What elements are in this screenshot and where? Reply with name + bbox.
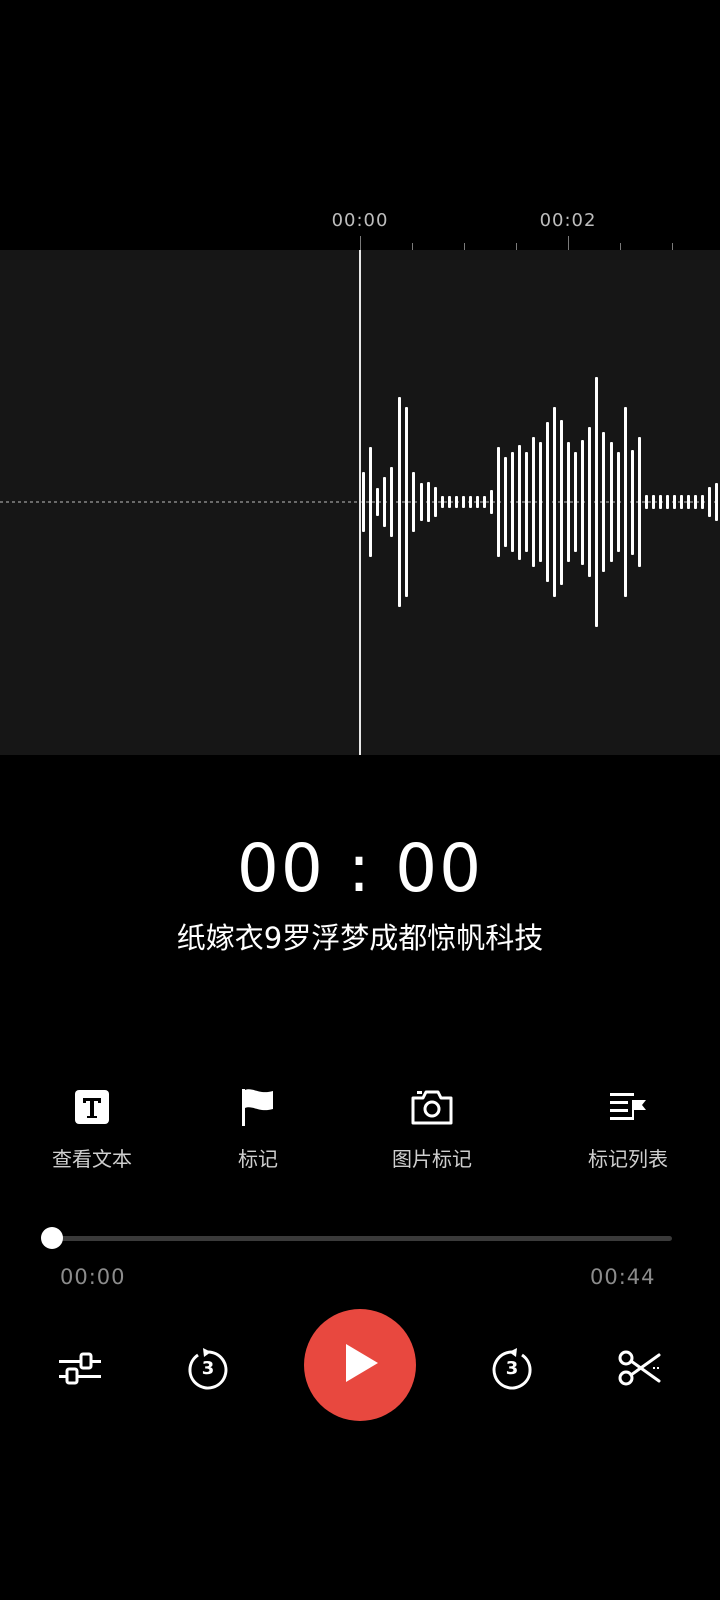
trim-button[interactable] — [610, 1340, 670, 1400]
waveform-bar — [560, 419, 563, 585]
playhead[interactable] — [359, 250, 361, 755]
waveform-bar — [673, 495, 676, 509]
timeline-label-0: 00:00 — [331, 210, 389, 231]
waveform-bar — [631, 449, 634, 555]
waveform-bar — [398, 397, 401, 607]
settings-button[interactable] — [50, 1340, 110, 1400]
waveform-bar — [567, 442, 570, 562]
waveform-bar — [455, 496, 458, 508]
waveform-bar — [645, 495, 648, 509]
waveform-bar — [476, 496, 479, 508]
waveform-bar — [666, 495, 669, 509]
settings-sliders-icon — [57, 1348, 103, 1392]
waveform-bar — [441, 496, 444, 508]
forward-3s-button[interactable]: 3 — [482, 1340, 542, 1400]
waveform-bar — [362, 472, 365, 532]
mark-list-icon — [606, 1085, 650, 1129]
waveform-bar — [652, 495, 655, 509]
waveform-bar — [490, 490, 493, 514]
image-mark-label: 图片标记 — [392, 1147, 472, 1171]
scissors-icon — [617, 1348, 663, 1392]
mark-button[interactable]: 标记 — [188, 1085, 328, 1172]
rewind-seconds: 3 — [201, 1358, 215, 1379]
tick — [412, 243, 413, 250]
waveform-bar — [638, 437, 641, 567]
mark-list-label: 标记列表 — [588, 1147, 668, 1171]
waveform-bar — [595, 377, 598, 627]
waveform-bar — [504, 457, 507, 547]
duration-time: 00:44 — [590, 1265, 656, 1289]
waveform-bar — [546, 422, 549, 582]
waveform-bar — [376, 488, 379, 516]
tick — [620, 243, 621, 250]
timeline-ruler: 00:00 00:02 — [0, 200, 720, 250]
waveform-bar — [602, 432, 605, 572]
waveform-bar — [383, 477, 386, 527]
waveform-bar — [469, 496, 472, 508]
tick — [672, 243, 673, 250]
waveform-panel[interactable] — [0, 250, 720, 755]
waveform-bar — [617, 452, 620, 552]
waveform-bar — [525, 452, 528, 552]
waveform-bar — [405, 407, 408, 597]
waveform-bar — [715, 483, 718, 521]
waveform-bar — [511, 452, 514, 552]
flag-icon — [236, 1085, 280, 1129]
playback-progress-bar[interactable] — [41, 1227, 672, 1249]
waveform-bar — [687, 495, 690, 509]
waveform-bar — [553, 407, 556, 597]
position-time: 00:00 — [60, 1265, 126, 1289]
waveform-bar — [539, 442, 542, 562]
waveform-bar — [462, 496, 465, 508]
waveform-bar — [483, 496, 486, 508]
waveform-bar — [574, 452, 577, 552]
waveform-bar — [708, 487, 711, 517]
waveform-bar — [390, 467, 393, 537]
current-time-display: 00 : 00 — [236, 830, 484, 907]
rewind-3s-button[interactable]: 3 — [178, 1340, 238, 1400]
tick — [516, 243, 517, 250]
tick — [360, 236, 361, 250]
forward-3s-icon: 3 — [489, 1347, 535, 1393]
waveform-bar — [610, 442, 613, 562]
waveform-bar — [701, 495, 704, 509]
waveform-bar — [581, 439, 584, 565]
waveform-bar — [427, 482, 430, 522]
timeline-label-2: 00:02 — [539, 210, 597, 231]
waveform-bar — [694, 495, 697, 509]
tick — [568, 236, 569, 250]
view-text-label: 查看文本 — [52, 1147, 132, 1171]
forward-seconds: 3 — [505, 1358, 519, 1379]
waveform-bar — [420, 483, 423, 521]
text-icon — [70, 1085, 114, 1129]
tick — [464, 243, 465, 250]
rewind-3s-icon: 3 — [185, 1347, 231, 1393]
waveform-bar — [518, 444, 521, 560]
view-text-button[interactable]: 查看文本 — [22, 1085, 162, 1172]
play-icon — [338, 1340, 382, 1390]
recording-title: 纸嫁衣9罗浮梦成都惊帆科技 — [176, 921, 544, 955]
waveform-bar — [434, 487, 437, 517]
progress-knob[interactable] — [41, 1227, 63, 1249]
waveform-bar — [532, 437, 535, 567]
waveform-bar — [588, 427, 591, 577]
waveform-bar — [412, 472, 415, 532]
waveform-bar — [680, 495, 683, 509]
camera-icon — [410, 1085, 454, 1129]
play-button[interactable] — [304, 1309, 416, 1421]
waveform-bar — [659, 495, 662, 509]
waveform-bar — [624, 407, 627, 597]
mark-list-button[interactable]: 标记列表 — [558, 1085, 698, 1172]
waveform-bar — [497, 447, 500, 557]
image-mark-button[interactable]: 图片标记 — [362, 1085, 502, 1172]
mark-label: 标记 — [238, 1147, 278, 1171]
waveform-bar — [369, 447, 372, 557]
waveform-bar — [448, 496, 451, 508]
